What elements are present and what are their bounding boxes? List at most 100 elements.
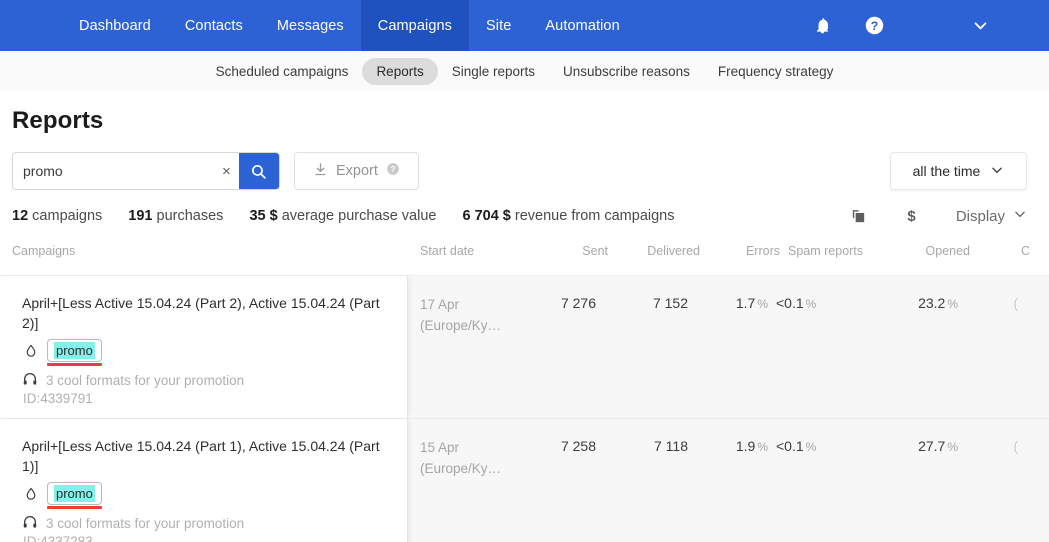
summary-label-revenue: revenue from campaigns (514, 208, 675, 224)
opened-unit: % (947, 297, 958, 311)
start-date-day: 17 Apr (420, 297, 460, 312)
cell-spam-reports: <0.1% (768, 419, 863, 542)
summary-label-purchases: purchases (156, 208, 224, 224)
column-header-errors[interactable]: Errors (700, 244, 780, 258)
column-header-clicked[interactable]: C (970, 244, 1030, 258)
campaign-subtitle-row: 3 cool formats for your promotion (22, 371, 393, 390)
summary-stats-row: 12 campaigns 191 purchases 35 $ average … (12, 206, 1049, 226)
spam-value: <0.1 (776, 437, 804, 454)
subnav-item-unsubscribe-reasons[interactable]: Unsubscribe reasons (549, 58, 704, 85)
period-label: all the time (912, 163, 981, 179)
campaign-cell[interactable]: April+[Less Active 15.04.24 (Part 1), Ac… (0, 418, 408, 542)
summary-stat-average-purchase-value: 35 $ average purchase value (249, 208, 436, 224)
campaign-id: ID:4337283 (23, 533, 93, 542)
headphones-icon (22, 514, 38, 533)
tag-underline-annotation (47, 363, 102, 367)
download-icon (313, 162, 328, 181)
campaign-id: ID:4339791 (23, 390, 93, 406)
export-label: Export (336, 163, 378, 179)
subnav-item-frequency-strategy[interactable]: Frequency strategy (704, 58, 848, 85)
export-help-icon[interactable]: ? (386, 162, 400, 180)
headphones-icon (22, 371, 38, 390)
campaign-tag[interactable]: promo (47, 482, 102, 509)
summary-value-average-purchase-value: 35 $ (249, 208, 278, 224)
cell-opened: 27.7% (863, 419, 958, 542)
help-icon[interactable]: ? (862, 14, 886, 38)
table-row[interactable]: April+[Less Active 15.04.24 (Part 2), Ac… (0, 275, 1049, 418)
copy-icon[interactable] (850, 208, 867, 225)
column-header-sent[interactable]: Sent (538, 244, 608, 258)
column-header-campaigns[interactable]: Campaigns (12, 244, 420, 258)
campaign-tag-row: promo (24, 482, 393, 509)
top-navigation-bar: Dashboard Contacts Messages Campaigns Si… (0, 0, 1049, 51)
table-row[interactable]: April+[Less Active 15.04.24 (Part 1), Ac… (0, 417, 1049, 542)
summary-stat-purchases: 191 purchases (128, 208, 223, 224)
cell-sent: 7 276 (560, 295, 596, 311)
campaign-tag-label: promo (54, 485, 95, 502)
tag-underline-annotation (47, 506, 102, 509)
column-header-start-date[interactable]: Start date (420, 244, 538, 258)
display-label: Display (955, 207, 1005, 225)
nav-item-site[interactable]: Site (469, 0, 528, 51)
summary-actions: $ Display (850, 206, 1027, 226)
export-button[interactable]: Export ? (294, 152, 419, 190)
opened-value: 27.7 (918, 437, 946, 454)
main-nav-items: Dashboard Contacts Messages Campaigns Si… (62, 0, 637, 51)
subnav-item-scheduled-campaigns[interactable]: Scheduled campaigns (202, 58, 363, 85)
subnav-item-reports[interactable]: Reports (362, 57, 438, 85)
cell-errors: 1.9% (688, 419, 768, 542)
campaign-tag[interactable]: promo (47, 339, 102, 367)
campaign-subtitle-row: 3 cool formats for your promotion (22, 514, 393, 533)
cell-clicked: ( (1013, 295, 1018, 311)
spam-unit: % (805, 439, 817, 454)
spam-value: <0.1 (776, 295, 804, 311)
cell-start-date: 15 Apr (Europe/Ky… (408, 419, 526, 542)
nav-item-dashboard[interactable]: Dashboard (62, 0, 168, 51)
nav-item-campaigns[interactable]: Campaigns (360, 0, 470, 51)
currency-dollar-icon[interactable]: $ (903, 206, 920, 226)
campaign-cell[interactable]: April+[Less Active 15.04.24 (Part 2), Ac… (0, 276, 408, 418)
nav-item-automation[interactable]: Automation (528, 0, 636, 51)
cell-errors: 1.7% (688, 276, 768, 418)
cell-spam-reports: <0.1% (768, 276, 863, 418)
nav-item-messages[interactable]: Messages (260, 0, 361, 51)
cell-delivered: 7 118 (654, 437, 688, 454)
svg-text:?: ? (870, 19, 877, 33)
search-clear-icon[interactable]: × (214, 153, 239, 189)
account-chevron-down-icon[interactable] (972, 17, 989, 34)
toolbar: × Export ? all the time (12, 152, 1049, 190)
campaign-subtitle: 3 cool formats for your promotion (46, 515, 245, 531)
spam-unit: % (805, 297, 817, 311)
column-header-opened[interactable]: Opened (875, 244, 970, 258)
search-submit-button[interactable] (238, 153, 279, 189)
summary-stat-campaigns: 12 campaigns (12, 208, 102, 224)
svg-text:$: $ (907, 209, 916, 225)
errors-value: 1.7 (735, 295, 756, 311)
errors-unit: % (757, 297, 768, 311)
svg-text:?: ? (390, 165, 395, 174)
cell-start-date: 17 Apr (Europe/Ky… (408, 276, 526, 418)
chevron-down-icon (990, 163, 1004, 180)
column-header-delivered[interactable]: Delivered (608, 244, 700, 258)
start-date-timezone: (Europe/Ky… (420, 460, 502, 476)
search-input[interactable] (13, 153, 214, 189)
reports-table: Campaigns Start date Sent Delivered Erro… (0, 244, 1049, 542)
campaign-name[interactable]: April+[Less Active 15.04.24 (Part 1), Ac… (22, 437, 393, 477)
errors-unit: % (757, 439, 768, 454)
column-header-spam-reports[interactable]: Spam reports (780, 244, 875, 258)
subnav-item-single-reports[interactable]: Single reports (438, 58, 549, 85)
cell-opened: 23.2% (863, 276, 958, 418)
errors-value: 1.9 (735, 437, 756, 454)
table-body: April+[Less Active 15.04.24 (Part 2), Ac… (0, 275, 1049, 542)
search-box: × (12, 152, 280, 190)
campaign-subtitle: 3 cool formats for your promotion (46, 372, 245, 388)
summary-stat-revenue: 6 704 $ revenue from campaigns (462, 208, 674, 224)
bell-icon[interactable] (810, 14, 834, 38)
display-options-dropdown[interactable]: Display (956, 207, 1027, 225)
summary-value-campaigns: 12 (12, 208, 29, 224)
campaign-tag-label: promo (54, 342, 95, 360)
campaign-name[interactable]: April+[Less Active 15.04.24 (Part 2), Ac… (22, 294, 393, 334)
period-filter-dropdown[interactable]: all the time (890, 152, 1027, 190)
nav-item-contacts[interactable]: Contacts (168, 0, 260, 51)
sub-navigation-bar: Scheduled campaigns Reports Single repor… (0, 51, 1049, 91)
